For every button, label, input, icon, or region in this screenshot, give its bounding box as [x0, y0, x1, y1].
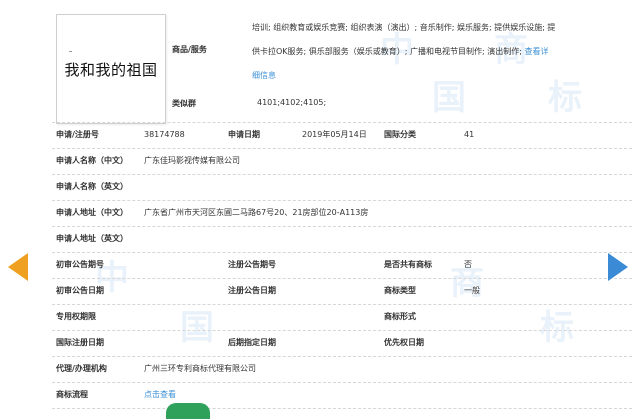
priority-label: 优先权日期 — [384, 338, 424, 347]
prelim-no-label: 初审公告期号 — [56, 260, 104, 269]
prev-arrow-icon[interactable] — [8, 253, 28, 281]
address-cn-value: 广东省广州市天河区东圃二马路67号20、21房部位20-A113房 — [144, 208, 369, 217]
goods-label: 商品/服务 — [172, 45, 207, 54]
row-applicant-en: 申请人名称（英文） — [52, 174, 632, 200]
agent-label: 代理/办理机构 — [56, 364, 107, 373]
row-exclusive: 专用权期限 商标形式 — [52, 304, 632, 330]
exclusive-label: 专用权期限 — [56, 312, 96, 321]
app-date-label: 申请日期 — [228, 130, 260, 139]
view-details-link[interactable]: 查看详 — [525, 47, 549, 56]
later-date-label: 后期指定日期 — [228, 338, 276, 347]
trademark-image: 我和我的祖国 — [56, 14, 166, 124]
shared-label: 是否共有商标 — [384, 260, 432, 269]
applicant-cn-label: 申请人名称（中文） — [56, 156, 128, 165]
groups-label: 类似群 — [172, 99, 196, 108]
view-details-link-cont[interactable]: 细信息 — [252, 71, 276, 80]
intl-reg-label: 国际注册日期 — [56, 338, 104, 347]
tm-form-label: 商标形式 — [384, 312, 416, 321]
app-no-label: 申请/注册号 — [56, 130, 99, 139]
intl-class-value: 41 — [464, 130, 475, 139]
address-en-label: 申请人地址（英文） — [56, 234, 128, 243]
row-address-cn: 申请人地址（中文） 广东省广州市天河区东圃二马路67号20、21房部位20-A1… — [52, 200, 632, 226]
agent-value: 广州三环专利商标代理有限公司 — [144, 364, 256, 373]
groups-value: 4101;4102;4105; — [257, 98, 327, 107]
row-announcement-date: 初审公告日期 注册公告日期 商标类型 一般 — [52, 278, 632, 304]
process-label: 商标流程 — [56, 390, 88, 399]
applicant-cn-value: 广东佳玛影视传媒有限公司 — [144, 156, 240, 165]
next-arrow-icon[interactable] — [608, 253, 628, 281]
row-applicant-cn: 申请人名称（中文） 广东佳玛影视传媒有限公司 — [52, 148, 632, 174]
trademark-text: 我和我的祖国 — [64, 60, 158, 79]
shared-value: 否 — [464, 260, 472, 269]
tm-type-label: 商标类型 — [384, 286, 416, 295]
divider — [52, 408, 632, 409]
app-date-value: 2019年05月14日 — [302, 130, 367, 139]
prelim-date-label: 初审公告日期 — [56, 286, 104, 295]
row-dates: 国际注册日期 后期指定日期 优先权日期 — [52, 330, 632, 356]
intl-class-label: 国际分类 — [384, 130, 416, 139]
row-address-en: 申请人地址（英文） — [52, 226, 632, 252]
reg-date-label: 注册公告日期 — [228, 286, 276, 295]
reg-no-label: 注册公告期号 — [228, 260, 276, 269]
goods-text-1: 培训; 组织教育或娱乐竞赛; 组织表演（演出）; 音乐制作; 娱乐服务; 提供娱… — [252, 23, 556, 32]
image-speck — [69, 51, 72, 52]
green-tab[interactable] — [166, 403, 210, 419]
row-agent: 代理/办理机构 广州三环专利商标代理有限公司 — [52, 356, 632, 382]
app-no-value: 38174788 — [144, 130, 185, 139]
applicant-en-label: 申请人名称（英文） — [56, 182, 128, 191]
row-app-no: 申请/注册号 38174788 申请日期 2019年05月14日 国际分类 41 — [52, 122, 632, 148]
tm-type-value: 一般 — [464, 286, 480, 295]
goods-services: 培训; 组织教育或娱乐竞赛; 组织表演（演出）; 音乐制作; 娱乐服务; 提供娱… — [252, 16, 588, 88]
address-cn-label: 申请人地址（中文） — [56, 208, 128, 217]
row-process: 商标流程 点击查看 — [52, 382, 632, 408]
goods-text-2: 供卡拉OK服务; 俱乐部服务（娱乐或教育）; 广播和电视节目制作; 演出制作; — [252, 47, 525, 56]
row-announcement-no: 初审公告期号 注册公告期号 是否共有商标 否 — [52, 252, 632, 278]
